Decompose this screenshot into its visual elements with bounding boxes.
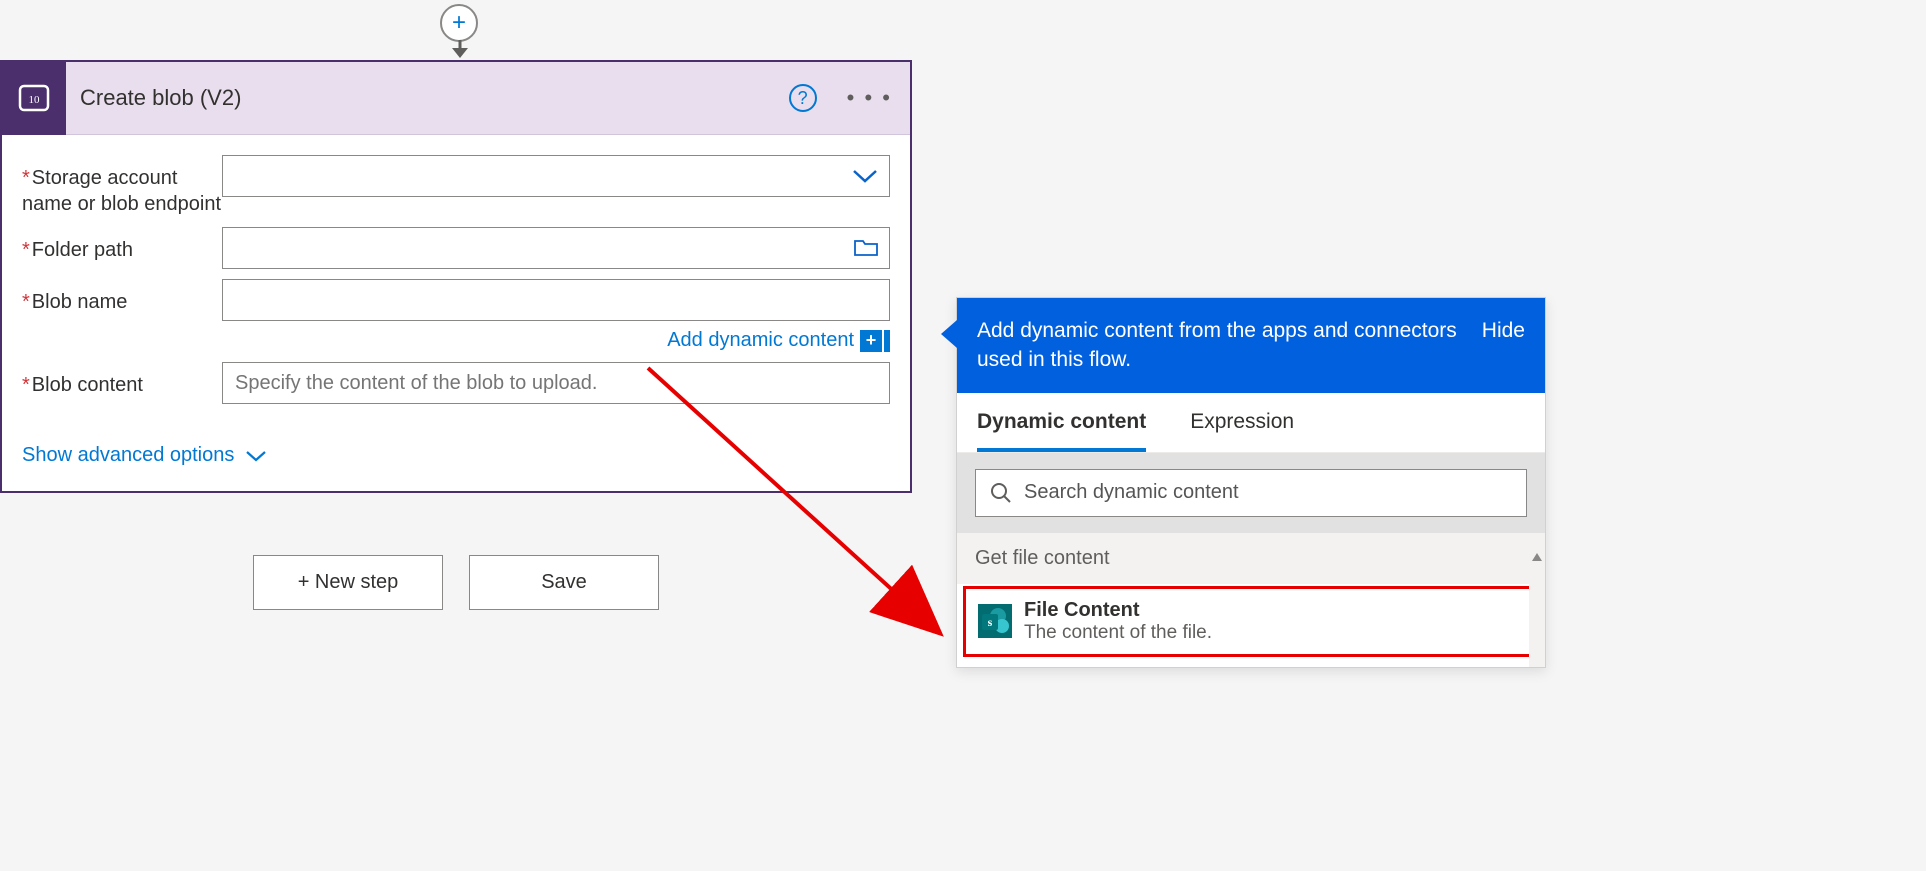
storage-account-dropdown[interactable]	[222, 155, 890, 197]
save-button[interactable]: Save	[469, 555, 659, 610]
label-storage-account: *Storage account name or blob endpoint	[22, 155, 222, 217]
search-icon	[990, 482, 1012, 504]
blob-content-input[interactable]: Specify the content of the blob to uploa…	[222, 362, 890, 404]
popover-header-text: Add dynamic content from the apps and co…	[977, 316, 1462, 375]
popover-caret-icon	[941, 320, 957, 348]
tab-expression[interactable]: Expression	[1190, 393, 1294, 452]
dynamic-item-subtitle: The content of the file.	[1024, 622, 1212, 644]
folder-picker-icon[interactable]	[853, 238, 879, 258]
connector-arrow-down-icon	[449, 40, 471, 60]
dynamic-extra-icon	[884, 330, 890, 352]
add-dynamic-content-link[interactable]: Add dynamic content	[667, 329, 854, 352]
popover-hide-button[interactable]: Hide	[1482, 316, 1525, 345]
blob-name-input[interactable]	[222, 279, 890, 321]
label-blob-content: *Blob content	[22, 362, 222, 398]
dynamic-group-header: Get file content	[957, 533, 1545, 584]
dynamic-item-file-content[interactable]: s File Content The content of the file.	[966, 589, 1536, 654]
label-folder-path: *Folder path	[22, 227, 222, 263]
insert-step-button[interactable]: +	[440, 4, 478, 42]
show-advanced-label: Show advanced options	[22, 444, 234, 467]
dynamic-content-popover: Add dynamic content from the apps and co…	[956, 297, 1546, 668]
more-menu-icon[interactable]: • • •	[847, 85, 892, 111]
tab-dynamic-content[interactable]: Dynamic content	[977, 393, 1146, 452]
label-blob-name: *Blob name	[22, 279, 222, 315]
svg-text:s: s	[988, 615, 993, 629]
popover-scrollbar[interactable]	[1529, 549, 1545, 667]
chevron-down-icon	[851, 167, 879, 185]
chevron-down-icon	[244, 449, 268, 463]
blob-content-placeholder: Specify the content of the blob to uploa…	[235, 372, 597, 395]
action-card-create-blob: 10 Create blob (V2) ? • • • *Storage acc…	[0, 60, 912, 493]
sharepoint-icon: s	[978, 604, 1012, 638]
dynamic-plus-icon[interactable]: +	[860, 330, 882, 352]
help-icon[interactable]: ?	[789, 84, 817, 112]
svg-text:10: 10	[29, 94, 41, 106]
folder-path-input[interactable]	[222, 227, 890, 269]
scroll-up-icon	[1532, 553, 1542, 561]
card-header[interactable]: 10 Create blob (V2) ? • • •	[2, 62, 910, 135]
new-step-button[interactable]: + New step	[253, 555, 443, 610]
dynamic-item-title: File Content	[1024, 599, 1212, 622]
card-title: Create blob (V2)	[66, 85, 789, 111]
show-advanced-options-toggle[interactable]: Show advanced options	[22, 444, 268, 467]
search-placeholder: Search dynamic content	[1024, 481, 1239, 504]
search-input[interactable]: Search dynamic content	[975, 469, 1527, 517]
blob-storage-icon: 10	[2, 62, 66, 135]
